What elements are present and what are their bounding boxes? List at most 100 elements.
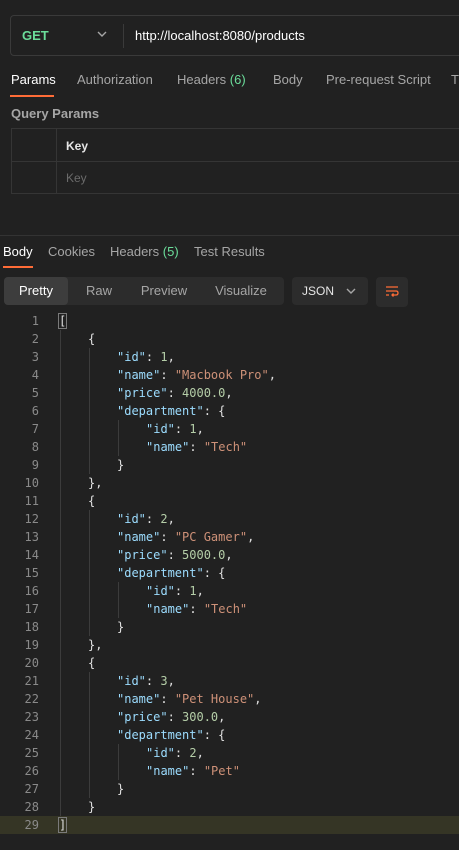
- key-input[interactable]: Key: [66, 171, 87, 185]
- code-content: {: [88, 492, 95, 510]
- json-punctuation: ,: [167, 512, 175, 526]
- response-divider: [0, 235, 459, 236]
- code-line: 27}: [0, 780, 459, 798]
- json-key: "id": [146, 746, 175, 760]
- code-content: "price": 300.0,: [117, 708, 225, 726]
- wrap-lines-button[interactable]: [376, 277, 408, 307]
- tab-label: Headers: [110, 244, 160, 259]
- json-punctuation: }: [117, 782, 125, 796]
- code-line: 6 "department": {: [0, 402, 459, 420]
- pretty-button[interactable]: Pretty: [4, 277, 68, 305]
- code-content: "name": "PC Gamer",: [117, 528, 254, 546]
- json-key: "department": [117, 404, 204, 418]
- line-number: 12: [24, 512, 39, 526]
- preview-button[interactable]: Preview: [130, 277, 198, 305]
- code-line: 7 "id": 1,: [0, 420, 459, 438]
- tab-tests[interactable]: T: [451, 72, 459, 87]
- raw-button[interactable]: Raw: [68, 277, 130, 305]
- tab-response-headers[interactable]: Headers (5): [110, 244, 179, 259]
- tab-label: Cookies: [48, 244, 95, 259]
- code-content: },: [88, 636, 102, 654]
- json-string: "Pet House": [174, 692, 255, 706]
- view-mode-group: Pretty Raw Preview Visualize: [4, 277, 284, 305]
- json-key: "id": [146, 584, 175, 598]
- json-string: "Macbook Pro": [174, 368, 269, 382]
- json-punctuation: {: [88, 332, 96, 346]
- line-number: 4: [31, 368, 39, 382]
- line-number: 25: [24, 746, 39, 760]
- json-punctuation: ,: [196, 584, 204, 598]
- visualize-button[interactable]: Visualize: [198, 277, 284, 305]
- json-number: 5000.0: [182, 548, 226, 562]
- tab-authorization[interactable]: Authorization: [77, 72, 153, 87]
- indent-guide: [89, 510, 90, 636]
- json-key: "name": [146, 602, 190, 616]
- json-string: "PC Gamer": [174, 530, 248, 544]
- code-content: "department": {: [117, 726, 225, 744]
- json-punctuation: ,: [218, 710, 226, 724]
- code-line: 16 "id": 1,: [0, 582, 459, 600]
- line-number: 9: [31, 458, 39, 472]
- active-tab-indicator: [10, 95, 54, 97]
- response-headers-count: (5): [162, 244, 179, 259]
- json-punctuation: :: [174, 422, 190, 436]
- code-line: 20 {: [0, 654, 459, 672]
- json-punctuation: :: [189, 764, 204, 778]
- indent-guide: [118, 582, 119, 618]
- json-punctuation: :: [167, 548, 183, 562]
- indent-guide: [60, 330, 61, 816]
- tab-label: Authorization: [77, 72, 153, 87]
- method-select[interactable]: GET: [22, 28, 49, 43]
- json-punctuation: },: [88, 476, 103, 490]
- code-content: "name": "Macbook Pro",: [117, 366, 276, 384]
- format-select[interactable]: JSON: [292, 277, 368, 305]
- tab-pre-request-script[interactable]: Pre-request Script: [326, 72, 431, 87]
- json-punctuation: :: [167, 710, 183, 724]
- code-content: "id": 1,: [146, 582, 204, 600]
- tab-response-body[interactable]: Body: [3, 244, 33, 259]
- tab-headers[interactable]: Headers (6): [177, 72, 246, 87]
- indent-guide: [89, 672, 90, 798]
- json-punctuation: {: [88, 494, 96, 508]
- json-number: 2: [189, 746, 197, 760]
- code-content: "id": 2,: [117, 510, 175, 528]
- headers-count: (6): [229, 72, 246, 87]
- line-number: 24: [24, 728, 39, 742]
- line-number: 29: [24, 818, 39, 832]
- json-punctuation: :: [145, 512, 161, 526]
- chevron-down-icon[interactable]: [95, 27, 109, 41]
- json-key: "id": [117, 350, 146, 364]
- tab-cookies[interactable]: Cookies: [48, 244, 95, 259]
- tab-test-results[interactable]: Test Results: [194, 244, 265, 259]
- tab-body[interactable]: Body: [273, 72, 303, 87]
- json-key: "department": [117, 566, 204, 580]
- json-punctuation: {: [88, 656, 96, 670]
- query-params-table: Key Key: [11, 128, 459, 194]
- code-line: 3 "id": 1,: [0, 348, 459, 366]
- json-punctuation: ,: [167, 674, 175, 688]
- line-number: 6: [31, 404, 39, 418]
- tab-params[interactable]: Params: [11, 72, 56, 87]
- code-content: {: [88, 654, 95, 672]
- line-number: 23: [24, 710, 39, 724]
- json-key: "price": [117, 710, 168, 724]
- json-punctuation: :: [145, 674, 161, 688]
- json-punctuation: }: [117, 458, 125, 472]
- line-number: 27: [24, 782, 39, 796]
- code-content: "id": 1,: [146, 420, 204, 438]
- json-number: 1: [189, 584, 197, 598]
- code-content: "name": "Tech": [146, 600, 247, 618]
- json-punctuation: }: [117, 620, 125, 634]
- json-number: 300.0: [182, 710, 219, 724]
- json-key: "name": [117, 368, 161, 382]
- url-input[interactable]: http://localhost:8080/products: [135, 28, 305, 43]
- json-number: 1: [189, 422, 197, 436]
- json-punctuation: ,: [196, 422, 204, 436]
- json-number: 2: [160, 512, 168, 526]
- json-punctuation: :: [167, 386, 183, 400]
- json-key: "name": [146, 764, 190, 778]
- line-number: 26: [24, 764, 39, 778]
- code-content: "name": "Pet": [146, 762, 240, 780]
- row-divider: [12, 161, 459, 162]
- json-key: "id": [146, 422, 175, 436]
